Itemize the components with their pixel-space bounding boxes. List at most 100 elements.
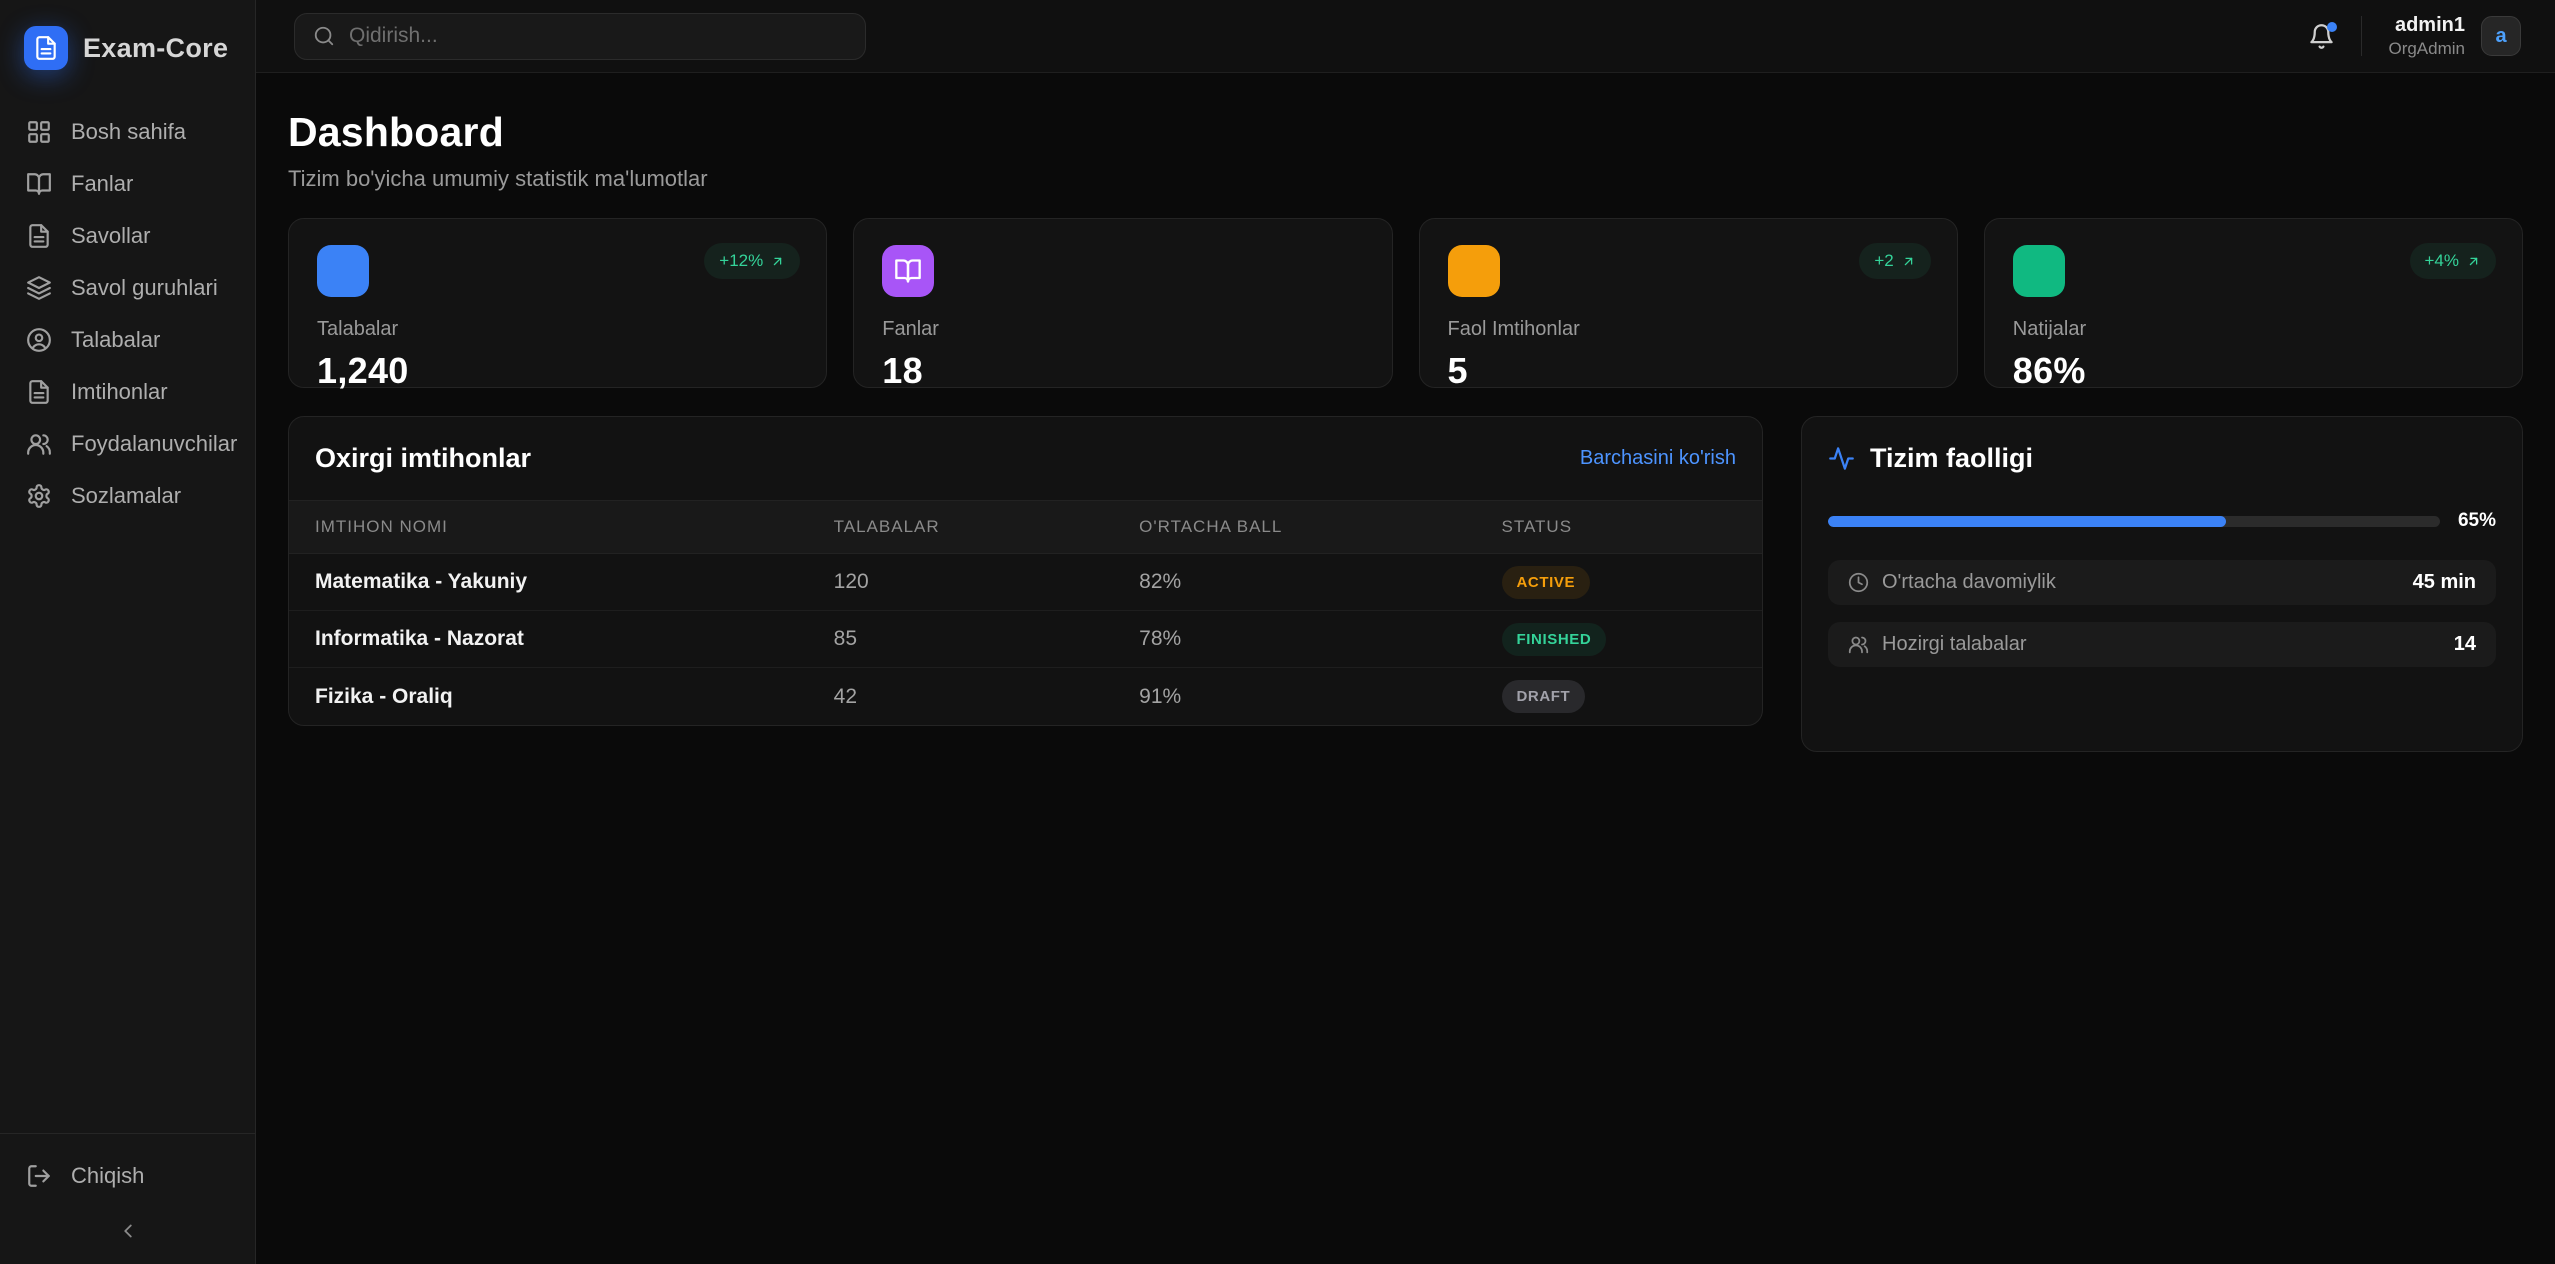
user-circle-icon bbox=[26, 327, 52, 353]
trend-badge: +12% bbox=[704, 243, 800, 279]
brand-logo-icon bbox=[24, 26, 68, 70]
sidebar-collapse-button[interactable] bbox=[0, 1202, 255, 1256]
activity-head: Tizim faolligi bbox=[1828, 443, 2496, 474]
sidebar-item-foydalanuvchilar[interactable]: Foydalanuvchilar bbox=[0, 418, 255, 470]
brand: Exam-Core bbox=[0, 0, 255, 100]
stat-card-label: Natijalar bbox=[2013, 318, 2494, 341]
page-title: Dashboard bbox=[288, 109, 2523, 156]
search-box[interactable] bbox=[294, 13, 866, 60]
table-head: Oxirgi imtihonlar Barchasini ko'rish bbox=[289, 417, 1762, 500]
stat-card-value: 18 bbox=[882, 350, 1363, 392]
view-all-link[interactable]: Barchasini ko'rish bbox=[1580, 447, 1736, 470]
logout-button[interactable]: Chiqish bbox=[0, 1150, 255, 1202]
stat-row-avg-duration: O'rtacha davomiylik 45 min bbox=[1828, 560, 2496, 605]
students-icon bbox=[317, 245, 369, 297]
arrow-up-right-icon bbox=[1901, 254, 1916, 269]
user-role: OrgAdmin bbox=[2388, 39, 2465, 59]
user-name: admin1 bbox=[2388, 14, 2465, 37]
table-column-headers: IMTIHON NOMI TALABALAR O'RTACHA BALL STA… bbox=[289, 500, 1762, 554]
sidebar-item-label: Talabalar bbox=[71, 327, 160, 353]
user-menu[interactable]: admin1 OrgAdmin a bbox=[2388, 14, 2521, 59]
stat-value: 45 min bbox=[2413, 571, 2476, 594]
table-row: Fizika - Oraliq 42 91% DRAFT bbox=[289, 668, 1762, 725]
exam-name: Informatika - Nazorat bbox=[315, 627, 834, 651]
users-icon bbox=[26, 431, 52, 457]
sidebar-item-label: Sozlamalar bbox=[71, 483, 181, 509]
sidebar-item-imtihonlar[interactable]: Imtihonlar bbox=[0, 366, 255, 418]
status-badge: DRAFT bbox=[1502, 680, 1586, 713]
avatar[interactable]: a bbox=[2481, 16, 2521, 56]
activity-stats: O'rtacha davomiylik 45 min Hozirgi talab… bbox=[1828, 560, 2496, 667]
topbar-divider bbox=[2361, 16, 2362, 56]
sidebar-item-savol-guruhlari[interactable]: Savol guruhlari bbox=[0, 262, 255, 314]
sidebar-footer: Chiqish bbox=[0, 1133, 255, 1264]
arrow-up-right-icon bbox=[2466, 254, 2481, 269]
col-header-status: STATUS bbox=[1502, 517, 1736, 537]
system-activity-panel: Tizim faolligi 65% O'rtacha davomiylik bbox=[1801, 416, 2523, 752]
trend-badge: +2 bbox=[1859, 243, 1930, 279]
logout-label: Chiqish bbox=[71, 1163, 144, 1189]
progress-fill bbox=[1828, 516, 2226, 527]
stat-cards: +12% Talabalar 1,240 Fanlar 18 bbox=[288, 218, 2523, 388]
stat-card-faol-imtihonlar: +2 Faol Imtihonlar 5 bbox=[1419, 218, 1958, 388]
app-root: Exam-Core Bosh sahifa Fanlar Savollar Sa… bbox=[0, 0, 2555, 1264]
sidebar-nav: Bosh sahifa Fanlar Savollar Savol guruhl… bbox=[0, 100, 255, 1133]
search-input[interactable] bbox=[349, 24, 847, 48]
stat-card-label: Faol Imtihonlar bbox=[1448, 318, 1929, 341]
layout-grid-icon bbox=[26, 119, 52, 145]
sidebar-item-label: Fanlar bbox=[71, 171, 133, 197]
users-icon bbox=[1848, 634, 1869, 655]
exam-avg-score: 91% bbox=[1139, 685, 1501, 709]
exam-students: 120 bbox=[834, 570, 1140, 594]
table-title: Oxirgi imtihonlar bbox=[315, 443, 531, 474]
activity-pulse-icon bbox=[1828, 445, 1855, 472]
col-header-students: TALABALAR bbox=[834, 517, 1140, 537]
clock-icon bbox=[1848, 572, 1869, 593]
stat-card-talabalar: +12% Talabalar 1,240 bbox=[288, 218, 827, 388]
stat-card-fanlar: Fanlar 18 bbox=[853, 218, 1392, 388]
logout-icon bbox=[26, 1163, 52, 1189]
progress-percent-label: 65% bbox=[2458, 510, 2496, 532]
page-subtitle: Tizim bo'yicha umumiy statistik ma'lumot… bbox=[288, 166, 2523, 192]
sidebar-item-savollar[interactable]: Savollar bbox=[0, 210, 255, 262]
activity-progress: 65% bbox=[1828, 510, 2496, 532]
stat-row-current-students: Hozirgi talabalar 14 bbox=[1828, 622, 2496, 667]
book-open-icon bbox=[882, 245, 934, 297]
exam-students: 85 bbox=[834, 627, 1140, 651]
chevron-left-icon bbox=[117, 1220, 139, 1242]
file-text-icon bbox=[26, 223, 52, 249]
content: Dashboard Tizim bo'yicha umumiy statisti… bbox=[256, 73, 2555, 1264]
stat-label: Hozirgi talabalar bbox=[1882, 633, 2027, 656]
progress-track bbox=[1828, 516, 2440, 527]
status-badge: ACTIVE bbox=[1502, 566, 1591, 599]
trend-badge: +4% bbox=[2410, 243, 2497, 279]
recent-exams-panel: Oxirgi imtihonlar Barchasini ko'rish IMT… bbox=[288, 416, 1763, 726]
table-row: Matematika - Yakuniy 120 82% ACTIVE bbox=[289, 554, 1762, 611]
search-icon bbox=[313, 25, 335, 47]
results-icon bbox=[2013, 245, 2065, 297]
sidebar-item-bosh-sahifa[interactable]: Bosh sahifa bbox=[0, 106, 255, 158]
stat-card-label: Talabalar bbox=[317, 318, 798, 341]
status-badge: FINISHED bbox=[1502, 623, 1607, 656]
exam-name: Fizika - Oraliq bbox=[315, 685, 834, 709]
topbar: admin1 OrgAdmin a bbox=[256, 0, 2555, 73]
topbar-right: admin1 OrgAdmin a bbox=[2308, 14, 2521, 59]
stat-card-value: 86% bbox=[2013, 350, 2494, 392]
activity-title: Tizim faolligi bbox=[1870, 443, 2033, 474]
gear-icon bbox=[26, 483, 52, 509]
stat-value: 14 bbox=[2454, 633, 2476, 656]
brand-name: Exam-Core bbox=[83, 33, 228, 64]
active-exams-icon bbox=[1448, 245, 1500, 297]
stat-card-natijalar: +4% Natijalar 86% bbox=[1984, 218, 2523, 388]
arrow-up-right-icon bbox=[770, 254, 785, 269]
sidebar-item-sozlamalar[interactable]: Sozlamalar bbox=[0, 470, 255, 522]
sidebar-item-fanlar[interactable]: Fanlar bbox=[0, 158, 255, 210]
book-open-icon bbox=[26, 171, 52, 197]
stat-card-value: 1,240 bbox=[317, 350, 798, 392]
sidebar-item-talabalar[interactable]: Talabalar bbox=[0, 314, 255, 366]
user-meta: admin1 OrgAdmin bbox=[2388, 14, 2465, 59]
exam-name: Matematika - Yakuniy bbox=[315, 570, 834, 594]
notifications-button[interactable] bbox=[2308, 23, 2335, 50]
stat-card-value: 5 bbox=[1448, 350, 1929, 392]
sidebar-item-label: Savollar bbox=[71, 223, 150, 249]
